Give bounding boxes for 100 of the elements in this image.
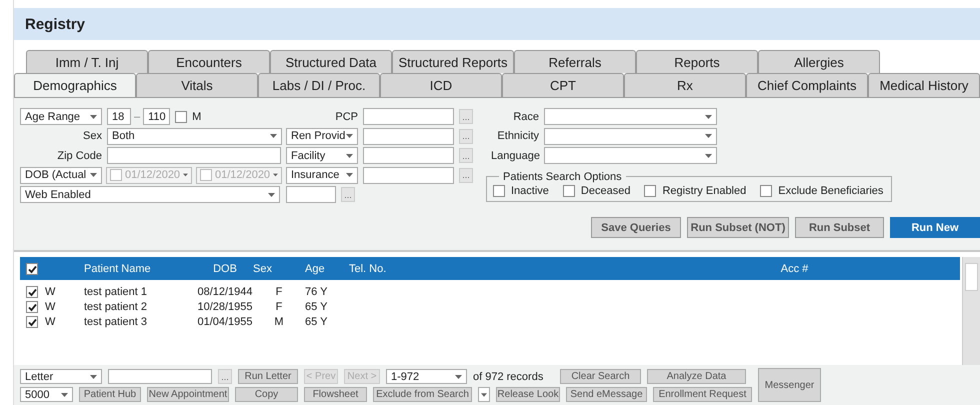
table-cell: 08/12/1944 <box>197 286 253 298</box>
tab[interactable]: Imm / T. Inj <box>26 50 148 73</box>
browse-button[interactable]: ... <box>459 168 473 182</box>
caret-icon <box>346 134 353 138</box>
dropdown[interactable] <box>544 108 717 125</box>
action-button[interactable]: Run Subset <box>795 217 884 238</box>
table-cell-text: F <box>274 286 284 298</box>
dropdown[interactable]: Facility <box>286 147 358 164</box>
tab[interactable]: Vitals <box>136 73 258 97</box>
checkbox[interactable] <box>644 184 656 196</box>
tab[interactable]: Allergies <box>758 50 880 73</box>
dropdown[interactable]: Letter <box>20 369 102 384</box>
tab[interactable]: Medical History <box>868 73 980 97</box>
toolbar-button[interactable]: Copy <box>235 387 298 402</box>
toolbar-button[interactable]: Release Look <box>496 387 560 402</box>
input-field[interactable]: 110 <box>143 108 170 125</box>
field-label: PCP <box>334 110 358 122</box>
checkbox[interactable] <box>26 262 38 274</box>
checkbox[interactable] <box>493 184 505 196</box>
dropdown[interactable]: DOB (Actual <box>20 166 102 184</box>
toolbar-button[interactable]: Exclude from Search <box>373 387 472 402</box>
input-field[interactable] <box>286 186 336 203</box>
field-label: Zip Code <box>56 150 102 162</box>
column-header: DOB <box>212 262 238 274</box>
dropdown[interactable]: Ren Provid <box>286 128 358 144</box>
tab[interactable]: Labs / DI / Proc. <box>258 73 380 97</box>
column-header: Age <box>305 262 326 274</box>
caret-icon <box>61 392 68 396</box>
toolbar-button[interactable]: Enrollment Request <box>653 387 752 402</box>
dropdown[interactable]: Web Enabled <box>20 186 280 203</box>
tab[interactable]: Encounters <box>148 50 270 73</box>
checkbox[interactable] <box>26 316 38 328</box>
checkbox[interactable] <box>175 110 188 122</box>
caret-icon <box>346 154 353 158</box>
tab[interactable]: Rx <box>624 73 746 97</box>
tab[interactable]: Structured Data <box>270 50 392 73</box>
dropdown[interactable]: Insurance <box>286 166 358 184</box>
table-cell-text: test patient 3 <box>84 316 148 328</box>
input-field[interactable] <box>363 128 454 144</box>
table-cell-text: 76 Y <box>305 286 328 298</box>
checkbox[interactable] <box>26 300 38 312</box>
tab[interactable]: Demographics <box>14 73 136 97</box>
messenger-button[interactable]: Messenger <box>758 368 821 402</box>
table-cell: 01/04/1955 <box>197 316 253 328</box>
tab[interactable]: Reports <box>636 50 758 73</box>
action-button[interactable]: Run Subset (NOT) <box>687 217 789 238</box>
dropdown[interactable]: 1-972 <box>386 369 467 384</box>
table-cell-text: test patient 1 <box>84 286 148 298</box>
dropdown[interactable] <box>544 128 717 144</box>
dropdown[interactable]: Both <box>107 128 282 144</box>
checkbox[interactable] <box>200 169 212 181</box>
browse-button[interactable]: ... <box>218 369 232 384</box>
dropdown[interactable] <box>544 147 717 164</box>
table-cell-text: W <box>44 316 56 328</box>
scrollbar[interactable] <box>962 257 980 365</box>
input-field[interactable] <box>363 108 454 125</box>
caret-icon <box>705 134 712 138</box>
checkbox[interactable] <box>110 169 122 181</box>
dropdown[interactable]: 5000 <box>20 387 73 402</box>
checkbox-label: Deceased <box>580 184 630 196</box>
tab[interactable]: Chief Complaints <box>746 73 868 97</box>
caret-icon <box>705 154 712 158</box>
dropdown[interactable]: Age Range <box>20 108 102 125</box>
browse-button[interactable]: ... <box>459 148 473 163</box>
tab[interactable]: Structured Reports <box>392 50 514 73</box>
checkbox[interactable] <box>562 184 575 196</box>
caret-icon <box>481 392 487 396</box>
table-cell-text: W <box>44 300 56 312</box>
input-field[interactable]: 18 <box>107 108 131 125</box>
browse-button[interactable]: ... <box>459 128 473 144</box>
caret-icon <box>90 173 97 177</box>
column-header: Tel. No. <box>349 262 388 274</box>
group-title: Patients Search Options <box>502 170 623 182</box>
browse-button[interactable]: ... <box>341 187 355 202</box>
toolbar-button[interactable]: Flowsheet <box>304 387 367 402</box>
browse-button[interactable]: ... <box>459 109 473 124</box>
tab[interactable]: ICD <box>380 73 502 97</box>
caret-icon <box>270 134 277 138</box>
tab[interactable]: Referrals <box>514 50 636 73</box>
checkbox[interactable] <box>760 184 772 196</box>
table-cell-text: F <box>274 300 284 312</box>
toolbar-button[interactable]: Run Letter <box>238 369 298 384</box>
field-label: Ethnicity <box>496 130 539 142</box>
toolbar-button[interactable]: Clear Search <box>560 369 641 384</box>
dropdown-button[interactable] <box>478 387 490 402</box>
input-field[interactable] <box>363 166 454 184</box>
checkbox[interactable] <box>26 286 38 298</box>
input-field[interactable] <box>363 147 454 164</box>
toolbar-button[interactable]: Analyze Data <box>647 369 746 384</box>
input-field[interactable] <box>108 369 212 384</box>
tab[interactable]: CPT <box>502 73 624 97</box>
input-field[interactable] <box>107 147 281 164</box>
toolbar-button[interactable]: Send eMessage <box>566 387 647 402</box>
checkbox-label: Inactive <box>511 184 549 196</box>
toolbar-button[interactable]: Patient Hub <box>79 387 141 402</box>
action-button[interactable]: Run New <box>890 217 980 238</box>
action-button[interactable]: Save Queries <box>591 217 681 238</box>
toolbar-button[interactable]: New Appointment <box>147 387 229 402</box>
checkbox-label: M <box>192 110 202 122</box>
record-count: of 972 records <box>473 370 544 382</box>
